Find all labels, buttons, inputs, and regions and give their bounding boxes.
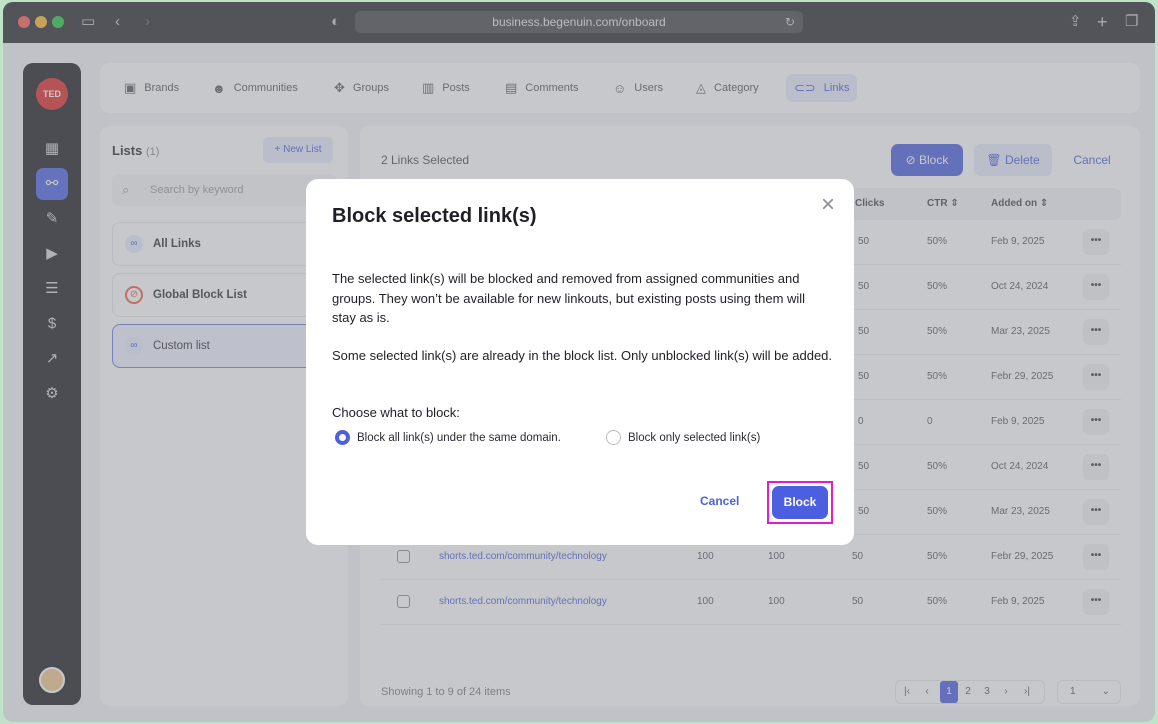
block-links-dialog: Block selected link(s) × The selected li… xyxy=(306,179,854,545)
choose-label: Choose what to block: xyxy=(332,405,460,420)
option-label: Block all link(s) under the same domain. xyxy=(357,431,561,444)
dialog-title: Block selected link(s) xyxy=(332,205,537,227)
dialog-description: The selected link(s) will be blocked and… xyxy=(332,271,806,325)
radio-selected[interactable] xyxy=(335,430,350,445)
dialog-block-button[interactable]: Block xyxy=(772,486,828,519)
dialog-note: Some selected link(s) are already in the… xyxy=(332,348,833,363)
option-block-domain[interactable]: Block all link(s) under the same domain. xyxy=(335,430,561,445)
radio-unselected[interactable] xyxy=(606,430,621,445)
close-icon[interactable]: × xyxy=(816,193,840,217)
dialog-cancel-button[interactable]: Cancel xyxy=(700,494,739,508)
option-block-selected[interactable]: Block only selected link(s) xyxy=(606,430,760,445)
option-label: Block only selected link(s) xyxy=(628,431,761,444)
